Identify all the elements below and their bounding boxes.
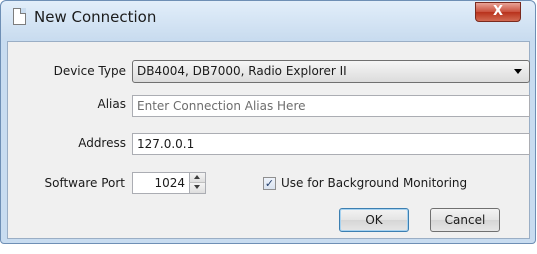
address-label: Address [78, 136, 126, 150]
arrow-down-icon[interactable] [189, 183, 205, 193]
alias-label: Alias [97, 97, 126, 111]
new-connection-dialog: New Connection X Device Type DB4004, DB7… [0, 0, 536, 244]
arrow-up-icon[interactable] [189, 173, 205, 183]
title-bar[interactable]: New Connection [1, 1, 535, 39]
cancel-button[interactable]: Cancel [430, 208, 500, 232]
background-monitoring-label[interactable]: Use for Background Monitoring [281, 176, 467, 190]
software-port-stepper[interactable]: 1024 [132, 172, 206, 194]
alias-input[interactable]: Enter Connection Alias Here [132, 95, 530, 117]
ok-button[interactable]: OK [339, 208, 409, 232]
close-button[interactable]: X [475, 2, 521, 22]
device-type-select[interactable]: DB4004, DB7000, Radio Explorer II [132, 60, 530, 83]
device-type-selected-value: DB4004, DB7000, Radio Explorer II [137, 64, 347, 78]
dialog-content: Device Type DB4004, DB7000, Radio Explor… [7, 41, 530, 239]
software-port-value: 1024 [154, 176, 185, 190]
software-port-label: Software Port [44, 176, 125, 190]
document-icon [13, 8, 26, 25]
address-value: 127.0.0.1 [137, 137, 195, 151]
address-input[interactable]: 127.0.0.1 [132, 133, 530, 155]
alias-placeholder: Enter Connection Alias Here [137, 99, 306, 113]
background-monitoring-checkbox[interactable]: ✓ [263, 177, 276, 190]
window-title: New Connection [34, 8, 157, 26]
device-type-label: Device Type [53, 64, 126, 78]
chevron-down-icon [514, 69, 522, 74]
